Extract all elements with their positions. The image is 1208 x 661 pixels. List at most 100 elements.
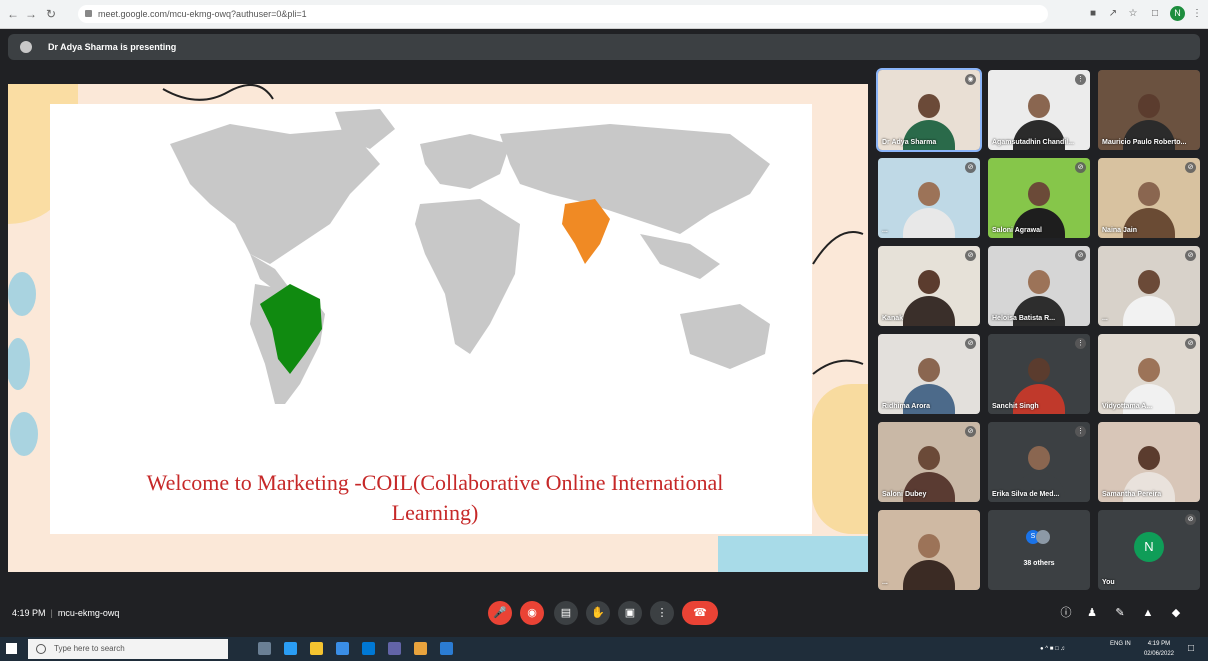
tab-icon[interactable]: □ — [1148, 7, 1162, 21]
more-icon[interactable]: ⋮ — [1075, 74, 1086, 85]
participant-name: Agamsutadhin Chandil... — [992, 139, 1075, 146]
end-call-icon[interactable]: ☎ — [682, 601, 718, 625]
mic-off-icon[interactable]: ⊘ — [1185, 514, 1196, 525]
tray-icons[interactable]: ● ^ ■ □ ♫ — [1040, 637, 1065, 661]
mic-off-icon[interactable]: ⊘ — [965, 338, 976, 349]
chat-icon[interactable]: ✎ — [1112, 605, 1128, 621]
present-icon[interactable]: ▣ — [618, 601, 642, 625]
mic-off-icon[interactable]: ⊘ — [1185, 250, 1196, 261]
participant-head — [918, 358, 940, 382]
others-label: 38 others — [1023, 560, 1055, 567]
chrome-icon[interactable] — [414, 642, 427, 655]
notification-icon[interactable]: □ — [1188, 637, 1194, 661]
participant-head — [1028, 182, 1050, 206]
mic-off-icon[interactable]: ⊘ — [1075, 250, 1086, 261]
file-explorer-icon[interactable] — [310, 642, 323, 655]
activities-icon[interactable]: ▲ — [1140, 605, 1156, 621]
lock-icon — [85, 10, 92, 17]
participant-head — [1138, 446, 1160, 470]
clock-date: 02/06/2022 — [1143, 651, 1174, 657]
camera-off-icon[interactable]: ◉ — [520, 601, 544, 625]
participant-head — [918, 94, 940, 118]
self-tile[interactable]: ⊘ N You — [1098, 510, 1200, 590]
pin-icon[interactable]: ◉ — [965, 74, 976, 85]
participant-tile[interactable]: ⊘ Saloni Agrawal — [988, 158, 1090, 238]
profile-avatar[interactable]: N — [1170, 6, 1185, 21]
participant-name: ... — [882, 579, 888, 586]
mic-off-icon[interactable]: 🎤 — [488, 601, 512, 625]
menu-icon[interactable]: ⋮ — [1190, 7, 1204, 21]
slide-title: Welcome to Marketing -COIL(Collaborative… — [146, 470, 724, 525]
separator: | — [50, 608, 53, 618]
participant-tile[interactable]: ◉ Dr Adya Sharma — [876, 68, 982, 152]
meeting-controls-bar: 4:19 PM | mcu-ekmg-owq 🎤 ◉ ▤ ✋ ▣ ⋮ ☎ ⓘ ♟ ✎… — [0, 595, 1208, 637]
slide-decoration — [812, 384, 868, 534]
raise-hand-icon[interactable]: ✋ — [586, 601, 610, 625]
participant-head — [1028, 358, 1050, 382]
address-bar[interactable]: meet.google.com/mcu-ekmg-owq?authuser=0&… — [78, 5, 1048, 23]
participant-tile[interactable]: ⋮ Sanchit Singh — [988, 334, 1090, 414]
more-icon[interactable]: ⋮ — [1075, 338, 1086, 349]
mic-off-icon[interactable]: ⊘ — [965, 162, 976, 173]
participant-tile[interactable]: ⋮ Erika Silva de Med... — [988, 422, 1090, 502]
mic-off-icon[interactable]: ⊘ — [965, 250, 976, 261]
slide-decoration — [718, 536, 868, 572]
browser-toolbar: ← → ↻ meet.google.com/mcu-ekmg-owq?authu… — [0, 0, 1208, 29]
participant-name: Ridhima Arora — [882, 403, 930, 410]
teams-icon[interactable] — [388, 642, 401, 655]
people-icon[interactable]: ♟ — [1084, 605, 1100, 621]
squiggle-decoration — [812, 231, 864, 375]
shared-screen: Welcome to Marketing -COIL(Collaborative… — [8, 84, 868, 572]
meeting-code[interactable]: mcu-ekmg-owq — [58, 608, 120, 618]
star-icon[interactable]: ☆ — [1126, 7, 1140, 21]
participant-tile[interactable]: ⊘... — [1098, 246, 1200, 326]
participant-tile[interactable]: Samantha Pereira — [1098, 422, 1200, 502]
self-label: You — [1102, 579, 1115, 586]
windows-start-icon[interactable] — [6, 643, 17, 654]
participant-head — [918, 534, 940, 558]
mic-off-icon[interactable]: ⊘ — [1185, 338, 1196, 349]
participant-tile[interactable]: Mauricio Paulo Roberto... — [1098, 70, 1200, 150]
windows-taskbar: Type here to search ● ^ ■ □ ♫ ENG IN 4:1… — [0, 637, 1208, 661]
host-controls-icon[interactable]: ◆ — [1168, 605, 1184, 621]
participant-tile[interactable]: ⊘ Naina Jain — [1098, 158, 1200, 238]
leaf-decoration — [8, 272, 38, 456]
more-icon[interactable]: ⋮ — [1075, 426, 1086, 437]
taskbar-search[interactable]: Type here to search — [28, 639, 228, 659]
store-icon[interactable] — [336, 642, 349, 655]
participant-tile[interactable]: ⋮ Agamsutadhin Chandil... — [988, 70, 1090, 150]
language-indicator[interactable]: ENG IN — [1110, 639, 1131, 649]
mic-off-icon[interactable]: ⊘ — [1185, 162, 1196, 173]
participant-tile[interactable]: ⊘ Vidyottama A... — [1098, 334, 1200, 414]
search-icon — [36, 644, 46, 654]
back-icon[interactable]: ← — [6, 7, 20, 21]
meeting-time: 4:19 PM — [12, 608, 46, 618]
mic-off-icon[interactable]: ⊘ — [965, 426, 976, 437]
participant-tile[interactable]: ⊘ Ridhima Arora — [878, 334, 980, 414]
captions-icon[interactable]: ▤ — [554, 601, 578, 625]
edge-icon[interactable] — [284, 642, 297, 655]
more-options-icon[interactable]: ⋮ — [650, 601, 674, 625]
participant-name: Dr Adya Sharma — [882, 139, 937, 146]
participant-head — [1138, 270, 1160, 294]
mic-off-icon[interactable]: ⊘ — [1075, 162, 1086, 173]
task-view-icon[interactable] — [258, 642, 271, 655]
clock[interactable]: 4:19 PM 02/06/2022 — [1144, 639, 1174, 659]
share-icon[interactable]: ↗ — [1106, 7, 1120, 21]
participant-tile[interactable]: ⊘... — [878, 158, 980, 238]
word-icon[interactable] — [440, 642, 453, 655]
presenting-banner: Dr Adya Sharma is presenting — [8, 34, 1200, 60]
extension-icon[interactable]: ■ — [1086, 7, 1100, 21]
participant-tile[interactable]: ⊘ Heloisa Batista R... — [988, 246, 1090, 326]
participant-name: Kanak — [882, 315, 904, 322]
participant-tile[interactable]: ⊘ Saloni Dubey — [878, 422, 980, 502]
participant-tile[interactable]: ⊘ Kanak — [878, 246, 980, 326]
participant-head — [918, 446, 940, 470]
mail-icon[interactable] — [362, 642, 375, 655]
others-tile[interactable]: S 38 others — [988, 510, 1090, 590]
reload-icon[interactable]: ↻ — [44, 7, 58, 21]
info-icon[interactable]: ⓘ — [1058, 605, 1074, 621]
world-map — [170, 109, 770, 404]
forward-icon[interactable]: → — [24, 7, 38, 21]
participant-tile[interactable]: ... — [878, 510, 980, 590]
